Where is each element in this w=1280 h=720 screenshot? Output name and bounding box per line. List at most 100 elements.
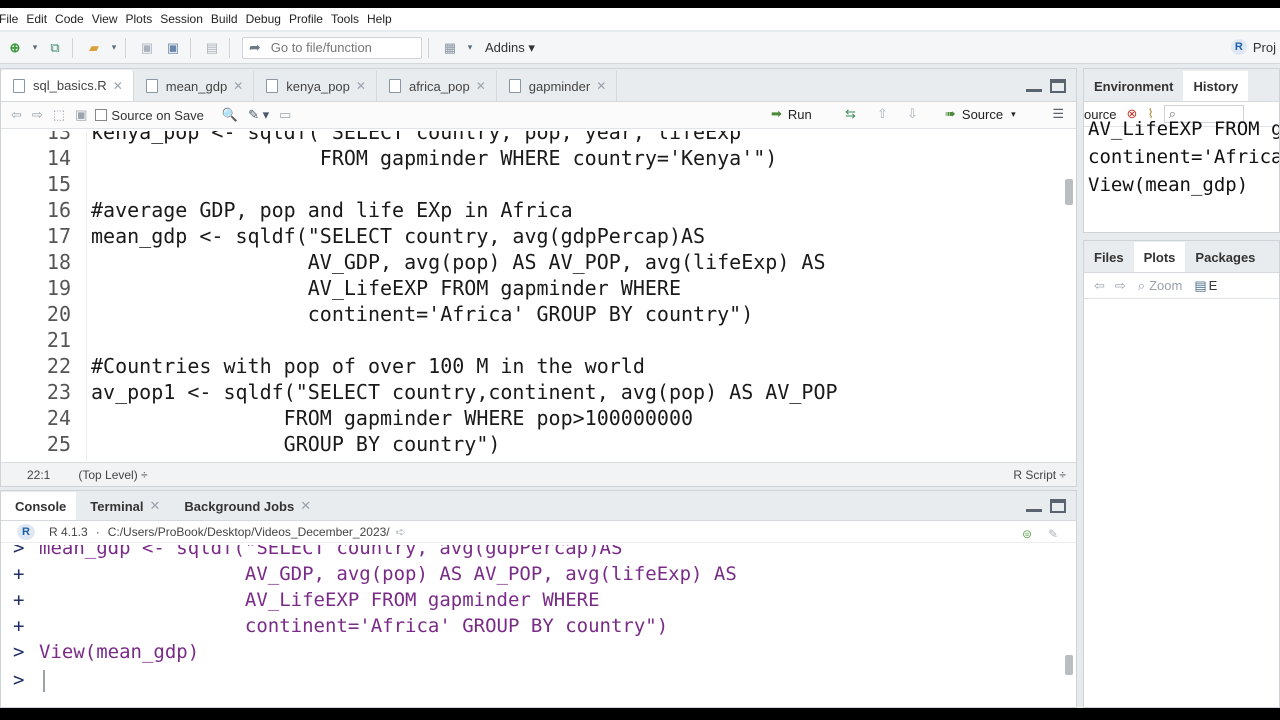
save-icon[interactable]: ▣ <box>75 107 87 123</box>
history-entry[interactable]: AV_LifeEXP FROM gapminder WHERE <box>1088 115 1279 143</box>
menu-code[interactable]: Code <box>55 12 92 26</box>
code-editor[interactable]: 13 kenya_pop <- sqldf("SELECT country, po… <box>1 131 1061 461</box>
menu-view[interactable]: View <box>92 12 126 26</box>
chunk-up-icon[interactable]: ⇧ <box>877 106 888 122</box>
file-type-selector[interactable]: R Script ÷ <box>1013 468 1066 482</box>
tab-terminal[interactable]: Terminal ✕ <box>76 492 170 520</box>
menu-session[interactable]: Session <box>160 12 211 26</box>
code-line: 20 continent='Africa' GROUP BY country") <box>1 301 1061 327</box>
separator: · <box>95 524 100 539</box>
console-text: AV_GDP, avg(pop) AS AV_POP, avg(lifeExp)… <box>39 563 737 585</box>
interrupt-icon[interactable]: ⊜ <box>1022 527 1032 541</box>
tab-africa-pop[interactable]: africa_pop ✕ <box>377 71 497 101</box>
close-icon[interactable]: ✕ <box>150 498 161 514</box>
scroll-thumb[interactable] <box>1065 179 1073 205</box>
tab-background-jobs[interactable]: Background Jobs ✕ <box>170 492 321 520</box>
dropdown-icon[interactable]: ▾ <box>465 37 475 59</box>
menu-build[interactable]: Build <box>211 12 246 26</box>
scroll-thumb[interactable] <box>1065 655 1073 675</box>
history-list: AV_LifeEXP FROM gapminder WHERE continen… <box>1084 118 1279 232</box>
maximize-icon[interactable] <box>1050 79 1066 93</box>
magic-wand-icon[interactable]: ✎ ▾ <box>248 107 269 123</box>
toolbar-divider <box>428 37 429 58</box>
line-number: 23 <box>46 380 71 404</box>
tab-files[interactable]: Files <box>1084 242 1134 272</box>
project-menu[interactable]: R Proj <box>1230 39 1276 55</box>
close-icon[interactable]: ✕ <box>596 79 606 93</box>
editor-scrollbar[interactable] <box>1063 131 1073 461</box>
maximize-icon[interactable] <box>1050 499 1066 513</box>
export-button[interactable]: E <box>1209 278 1218 293</box>
source-icon: ➠ <box>945 106 956 121</box>
new-file-icon[interactable]: ⊕ <box>4 37 26 59</box>
tab-kenya-pop[interactable]: kenya_pop ✕ <box>254 71 377 101</box>
next-plot-icon[interactable]: ⇨ <box>1115 278 1126 294</box>
save-all-icon[interactable]: ▣ <box>162 37 184 59</box>
tab-label: Background Jobs <box>184 498 295 514</box>
rerun-icon[interactable]: ⇆ <box>845 106 856 122</box>
tab-label: Plots <box>1143 249 1176 265</box>
menu-profile[interactable]: Profile <box>289 12 331 26</box>
tab-gapminder[interactable]: gapminder ✕ <box>497 71 618 101</box>
outline-icon[interactable]: ☰ <box>1052 106 1064 122</box>
menu-edit[interactable]: Edit <box>26 12 55 26</box>
plots-toolbar: ⇦ ⇨ ⌕ Zoom ▤ E <box>1084 273 1279 299</box>
run-button[interactable]: ➡ Run <box>771 106 812 122</box>
dropdown-icon[interactable]: ▾ <box>30 37 40 59</box>
previous-plot-icon[interactable]: ⇦ <box>1094 278 1105 294</box>
console-output[interactable]: > mean_gdp <- sqldf("SELECT country, avg(… <box>1 545 1061 705</box>
working-directory[interactable]: C:/Users/ProBook/Desktop/Videos_December… <box>108 525 390 539</box>
tab-history[interactable]: History <box>1183 71 1249 101</box>
close-icon[interactable]: ✕ <box>356 79 366 93</box>
editor-status-bar: 22:1 (Top Level) ÷ R Script ÷ <box>1 462 1076 486</box>
source-button[interactable]: ➠ Source ▾ <box>945 106 1016 122</box>
source-tabbar: sql_basics.R ✕ mean_gdp ✕ kenya_pop ✕ af… <box>1 69 1076 102</box>
menu-plots[interactable]: Plots <box>126 12 161 26</box>
back-arrow-icon[interactable]: ⇦ <box>11 107 22 123</box>
go-to-directory-icon[interactable]: ➪ <box>396 525 406 539</box>
scope-selector[interactable]: (Top Level) ÷ <box>78 468 147 482</box>
close-icon[interactable]: ✕ <box>233 79 243 93</box>
open-folder-icon[interactable]: ▰ <box>83 37 105 59</box>
tab-packages[interactable]: Packages <box>1185 242 1266 272</box>
close-icon[interactable]: ✕ <box>113 79 123 93</box>
source-on-save-checkbox[interactable] <box>95 109 108 121</box>
console-input-line[interactable]: > <box>13 667 45 693</box>
close-icon[interactable]: ✕ <box>476 79 486 93</box>
close-icon[interactable]: ✕ <box>300 498 311 514</box>
zoom-button[interactable]: Zoom <box>1149 278 1182 293</box>
menu-tools[interactable]: Tools <box>331 12 367 26</box>
tab-console[interactable]: Console <box>1 492 77 520</box>
addins-menu[interactable]: Addins ▾ <box>485 40 535 56</box>
history-entry[interactable]: View(mean_gdp) <box>1088 171 1248 199</box>
minimize-icon[interactable] <box>1026 88 1042 92</box>
toolbar-divider <box>190 37 191 58</box>
data-file-icon <box>388 79 401 93</box>
tab-environment[interactable]: Environment <box>1084 71 1184 101</box>
dropdown-icon[interactable]: ▾ <box>1011 109 1016 120</box>
print-icon[interactable]: ▤ <box>201 37 223 59</box>
new-project-icon[interactable]: ⧉ <box>44 37 66 59</box>
minimize-icon[interactable] <box>1026 508 1042 512</box>
grid-layout-icon[interactable]: ▦ <box>439 37 461 59</box>
forward-arrow-icon[interactable]: ⇨ <box>32 107 43 123</box>
menu-file[interactable]: File <box>0 12 26 26</box>
search-icon[interactable]: 🔍 <box>222 107 238 123</box>
tab-mean-gdp[interactable]: mean_gdp ✕ <box>134 71 255 101</box>
goto-file-input[interactable]: ➦ Go to file/function <box>242 36 422 59</box>
dropdown-icon[interactable]: ▾ <box>109 37 119 59</box>
menu-debug[interactable]: Debug <box>246 12 289 26</box>
clear-console-icon[interactable]: ✎ <box>1048 527 1058 541</box>
chunk-down-icon[interactable]: ⇩ <box>907 106 918 122</box>
console-scrollbar[interactable] <box>1063 545 1073 705</box>
history-entry[interactable]: continent='Africa' GROUP BY country") <box>1088 143 1279 171</box>
save-icon[interactable]: ▣ <box>136 37 158 59</box>
show-in-window-icon[interactable]: ⬚ <box>53 107 65 123</box>
tab-plots[interactable]: Plots <box>1133 242 1186 272</box>
compile-report-icon[interactable]: ▭ <box>279 107 291 123</box>
menu-help[interactable]: Help <box>367 12 400 26</box>
source-on-save-toggle[interactable]: Source on Save <box>95 108 204 123</box>
source-on-save-label: Source on Save <box>111 107 204 123</box>
r-logo-icon: R <box>17 523 35 540</box>
tab-sql-basics[interactable]: sql_basics.R ✕ <box>1 70 134 101</box>
